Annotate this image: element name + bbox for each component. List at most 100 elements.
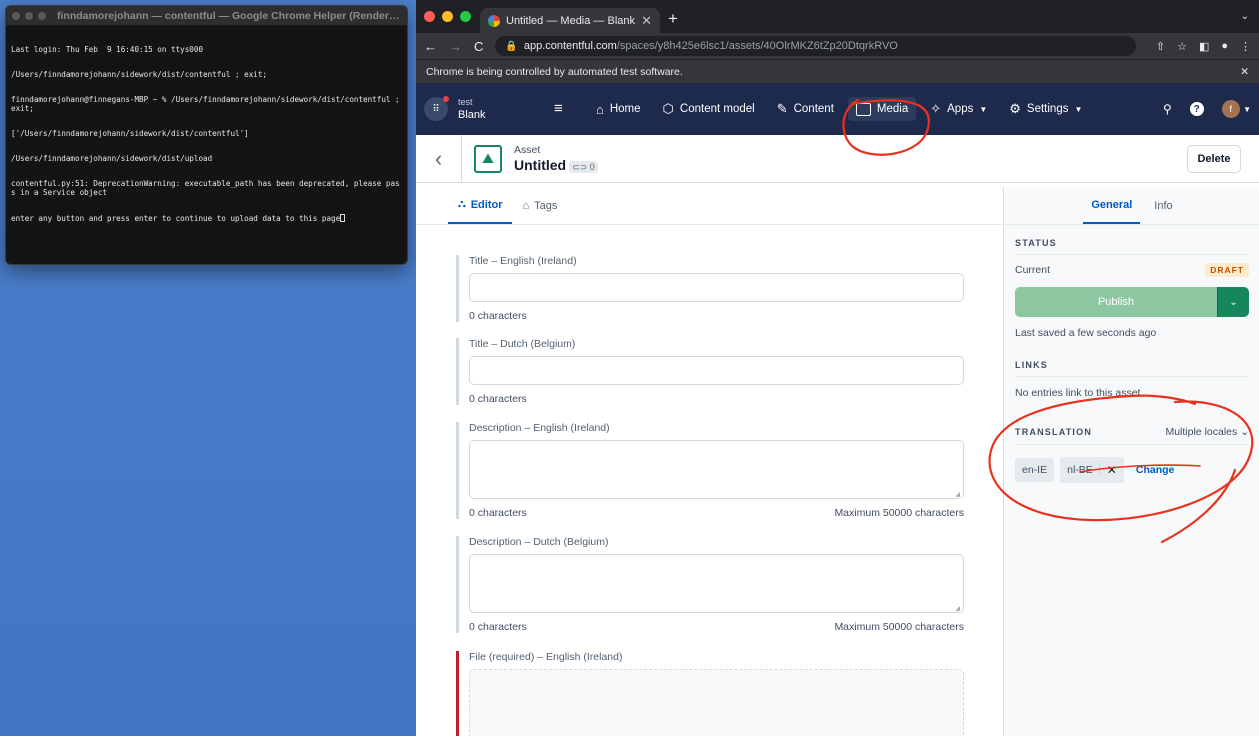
close-button[interactable] bbox=[424, 11, 435, 22]
lock-icon[interactable]: 🔒 bbox=[505, 41, 517, 52]
terminal-line: ['/Users/finndamorejohann/sidework/dist/… bbox=[11, 128, 249, 138]
notification-dot bbox=[443, 96, 449, 102]
terminal-titlebar[interactable]: finndamorejohann — contentful — Google C… bbox=[6, 6, 407, 26]
star-icon[interactable]: ☆ bbox=[1177, 40, 1187, 53]
close-dot[interactable] bbox=[12, 11, 20, 20]
window-controls bbox=[424, 11, 471, 22]
editor-panel: ⛬ Editor ⌂ Tags Title – English (Ireland… bbox=[416, 187, 1004, 736]
caret-down-icon: ▼ bbox=[1074, 104, 1083, 114]
terminal-line: contentful.py:51: DeprecationWarning: ex… bbox=[11, 179, 400, 197]
space-label: test bbox=[458, 97, 473, 107]
nav-item-label: Apps bbox=[947, 103, 974, 115]
avatar: f bbox=[1221, 100, 1240, 118]
nav-right-actions: ⚲ ? f ▼ bbox=[1163, 100, 1251, 118]
url-host: app.contentful.com bbox=[523, 40, 617, 52]
back-chevron-icon[interactable]: ‹ bbox=[416, 134, 462, 183]
close-infobar-icon[interactable]: ✕ bbox=[1240, 66, 1249, 78]
tab-search-chevron-icon[interactable]: ⌄ bbox=[1241, 11, 1249, 22]
back-arrow-icon[interactable]: ← bbox=[424, 39, 437, 54]
page-title: Untitled bbox=[514, 156, 567, 173]
locales-dropdown[interactable]: Multiple locales ⌄ bbox=[1165, 426, 1249, 438]
terminal-prompt-line: enter any button and press enter to cont… bbox=[11, 213, 402, 223]
toolbar-icons: ⇧ ☆ ◧ ● ⋮ bbox=[1156, 40, 1251, 53]
nav-item-content-model[interactable]: ⬡ Content model bbox=[655, 97, 763, 121]
sidepanel-icon[interactable]: ◧ bbox=[1199, 40, 1209, 53]
puzzle-icon: ✧ bbox=[930, 101, 942, 116]
field-label: Description – Dutch (Belgium) bbox=[469, 536, 609, 548]
nav-item-home[interactable]: ⌂ Home bbox=[588, 97, 649, 121]
locale-pill-label: en-IE bbox=[1022, 464, 1048, 476]
nav-item-label: Content model bbox=[679, 103, 755, 115]
forward-arrow-icon[interactable]: → bbox=[449, 39, 462, 54]
publish-options-chevron-icon[interactable]: ⌄ bbox=[1217, 287, 1249, 317]
terminal-title: finndamorejohann — contentful — Google C… bbox=[57, 9, 401, 22]
nav-item-apps[interactable]: ✧ Apps ▼ bbox=[922, 97, 995, 121]
zoom-dot[interactable] bbox=[38, 11, 46, 20]
locale-pill-en-ie[interactable]: en-IE bbox=[1015, 458, 1055, 482]
terminal-line: enter any button and press enter to cont… bbox=[11, 213, 341, 223]
max-chars: Maximum 50000 characters bbox=[834, 507, 964, 519]
tag-icon: ⌂ bbox=[522, 199, 530, 212]
field-label: Title – Dutch (Belgium) bbox=[469, 338, 576, 350]
profile-icon[interactable]: ● bbox=[1221, 40, 1228, 53]
browser-tab[interactable]: Untitled — Media — Blank — C ✕ bbox=[480, 8, 660, 33]
nav-item-media[interactable]: Media bbox=[847, 97, 917, 121]
tab-editor[interactable]: ⛬ Editor bbox=[448, 187, 513, 224]
terminal-window[interactable]: finndamorejohann — contentful — Google C… bbox=[5, 5, 408, 265]
publish-button[interactable]: Publish bbox=[1015, 287, 1217, 317]
browser-window[interactable]: Untitled — Media — Blank — C ✕ + ⌄ ← → C… bbox=[416, 0, 1259, 736]
tab-info[interactable]: Info bbox=[1146, 187, 1180, 224]
file-dropzone[interactable] bbox=[469, 669, 964, 736]
minimize-button[interactable] bbox=[442, 11, 453, 22]
new-tab-icon[interactable]: + bbox=[668, 9, 678, 29]
nav-item-settings[interactable]: ⚙ Settings ▼ bbox=[1001, 97, 1090, 121]
help-icon[interactable]: ? bbox=[1189, 102, 1204, 116]
title-en-input[interactable] bbox=[469, 273, 964, 302]
nav-item-content[interactable]: ✎ Content bbox=[769, 97, 842, 121]
hamburger-menu-icon[interactable]: ≡ bbox=[554, 100, 563, 117]
tab-general[interactable]: General bbox=[1083, 187, 1141, 224]
menu-kebab-icon[interactable]: ⋮ bbox=[1240, 40, 1251, 53]
change-locales-link[interactable]: Change bbox=[1136, 464, 1175, 476]
nav-item-label: Home bbox=[609, 103, 641, 115]
last-saved-text: Last saved a few seconds ago bbox=[1015, 327, 1157, 339]
search-icon[interactable]: ⚲ bbox=[1163, 102, 1172, 116]
tab-tags[interactable]: ⌂ Tags bbox=[512, 187, 567, 224]
remove-locale-icon[interactable]: ✕ bbox=[1098, 463, 1117, 477]
edit-icon: ✎ bbox=[776, 101, 788, 116]
delete-button[interactable]: Delete bbox=[1187, 145, 1241, 173]
address-bar[interactable]: 🔒 app.contentful.com/spaces/y8h425e6lsc1… bbox=[495, 36, 1136, 56]
current-label: Current bbox=[1015, 264, 1051, 276]
max-chars: Maximum 50000 characters bbox=[834, 621, 964, 633]
status-badge: DRAFT bbox=[1205, 263, 1249, 277]
asset-header: ‹ ⛰ Asset Untitled ⊂⊃ 0 Delete bbox=[416, 134, 1259, 183]
zoom-button[interactable] bbox=[460, 11, 471, 22]
locale-pill-nl-be[interactable]: nl-BE ✕ bbox=[1060, 457, 1124, 483]
description-nl-textarea[interactable] bbox=[469, 554, 964, 613]
space-selector[interactable]: test Blank bbox=[458, 96, 486, 122]
close-tab-icon[interactable]: ✕ bbox=[641, 13, 652, 29]
chevron-down-icon: ⌄ bbox=[1240, 426, 1249, 438]
title-nl-input[interactable] bbox=[469, 356, 964, 385]
tab-label: Tags bbox=[534, 199, 558, 212]
app-switcher-button[interactable]: ⠿ bbox=[424, 96, 449, 121]
locale-pills: en-IE nl-BE ✕ Change bbox=[1015, 457, 1249, 483]
share-icon[interactable]: ⇧ bbox=[1156, 40, 1165, 53]
locale-pill-label: nl-BE bbox=[1067, 464, 1093, 476]
caret-down-icon: ▼ bbox=[1243, 105, 1251, 114]
tab-title: Untitled — Media — Blank — C bbox=[506, 14, 635, 27]
description-en-textarea[interactable] bbox=[469, 440, 964, 499]
reference-count-badge: ⊂⊃ 0 bbox=[569, 160, 598, 173]
media-icon bbox=[855, 102, 871, 116]
minimize-dot[interactable] bbox=[25, 11, 33, 20]
terminal-output[interactable]: Last login: Thu Feb 9 16:40:15 on ttys00… bbox=[6, 26, 407, 243]
account-menu[interactable]: f ▼ bbox=[1221, 100, 1251, 118]
field-title-en: Title – English (Ireland) 0 characters bbox=[456, 255, 964, 322]
toolbar: ← → C 🔒 app.contentful.com/spaces/y8h425… bbox=[416, 33, 1259, 59]
chrome-favicon-icon bbox=[488, 14, 500, 27]
field-label: Title – English (Ireland) bbox=[469, 255, 577, 267]
char-count: 0 characters bbox=[469, 310, 527, 322]
asset-image-icon: ⛰ bbox=[474, 144, 502, 173]
reload-icon[interactable]: C bbox=[474, 39, 483, 54]
nav-item-label: Settings bbox=[1026, 103, 1069, 115]
